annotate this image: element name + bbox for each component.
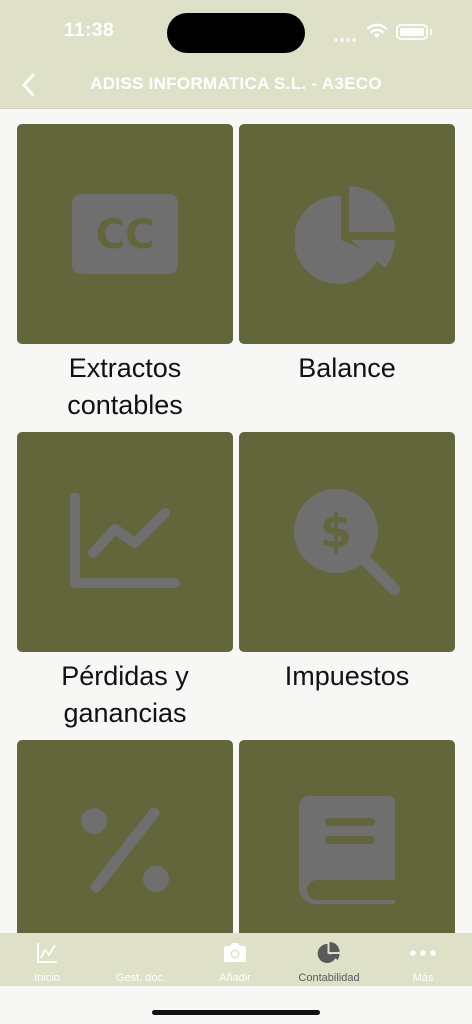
tile-icon-box — [17, 432, 233, 652]
tab-bar: Inicio Gest. doc. Añadir Contabilidad Má… — [0, 933, 472, 986]
cellular-signal-icon — [334, 29, 360, 42]
home-indicator[interactable] — [152, 1010, 320, 1015]
tile-book[interactable] — [239, 740, 455, 933]
line-chart-icon — [70, 493, 180, 588]
page-title: ADISS INFORMATICA S.L. - A3ECO — [90, 74, 382, 93]
tab-anadir[interactable]: Añadir — [188, 933, 282, 986]
tab-mas[interactable]: Más — [376, 933, 470, 986]
pie-chart-icon — [295, 186, 395, 284]
book-icon — [299, 796, 395, 904]
home-indicator-area — [0, 986, 472, 1024]
tab-gestion-documental[interactable]: Gest. doc. — [94, 933, 188, 986]
dollar-text: $ — [320, 504, 352, 558]
line-chart-icon — [37, 943, 57, 963]
tile-label: Impuestos — [284, 661, 410, 691]
tab-label: Inicio — [34, 972, 60, 984]
tab-contabilidad[interactable]: Contabilidad — [282, 933, 376, 986]
status-time: 11:38 — [64, 20, 115, 41]
battery-cap — [430, 29, 432, 35]
camera-icon — [224, 943, 246, 962]
tile-percent[interactable] — [17, 740, 233, 933]
cc-card-icon: CC — [72, 194, 178, 274]
tile-impuestos[interactable]: $ Impuestos — [239, 432, 455, 695]
status-bar: 11:38 — [0, 0, 472, 62]
tab-label: Añadir — [219, 972, 251, 984]
dynamic-island — [167, 13, 305, 53]
wifi-icon — [366, 23, 388, 38]
tile-icon-box — [17, 740, 233, 933]
tile-balance[interactable]: Balance — [239, 124, 455, 387]
navigation-bar: ADISS INFORMATICA S.L. - A3ECO — [0, 62, 472, 109]
percent-icon — [81, 807, 169, 893]
battery-icon — [396, 24, 428, 40]
more-dots-icon — [410, 950, 436, 956]
tab-label: Gest. doc. — [115, 972, 167, 984]
tile-extractos-contables[interactable]: CC Extractos contables — [17, 124, 233, 424]
tile-label: Pérdidas y ganancias — [61, 661, 189, 728]
tab-label: Más — [412, 972, 434, 984]
pie-chart-icon — [317, 942, 340, 963]
tile-icon-box: $ — [239, 432, 455, 652]
tab-label: Contabilidad — [298, 972, 360, 984]
tab-inicio[interactable]: Inicio — [0, 933, 94, 986]
tile-perdidas-ganancias[interactable]: Pérdidas y ganancias — [17, 432, 233, 732]
cc-text: CC — [96, 212, 155, 258]
accounting-menu-grid: CC Extractos contables Balance Pérdidas … — [0, 108, 472, 933]
tile-label: Balance — [298, 353, 396, 383]
tile-icon-box — [239, 740, 455, 933]
tile-icon-box: CC — [17, 124, 233, 344]
tile-label: Extractos contables — [67, 353, 183, 420]
folder-icon — [129, 941, 153, 965]
tile-icon-box — [239, 124, 455, 344]
dollar-search-icon: $ — [294, 489, 400, 595]
